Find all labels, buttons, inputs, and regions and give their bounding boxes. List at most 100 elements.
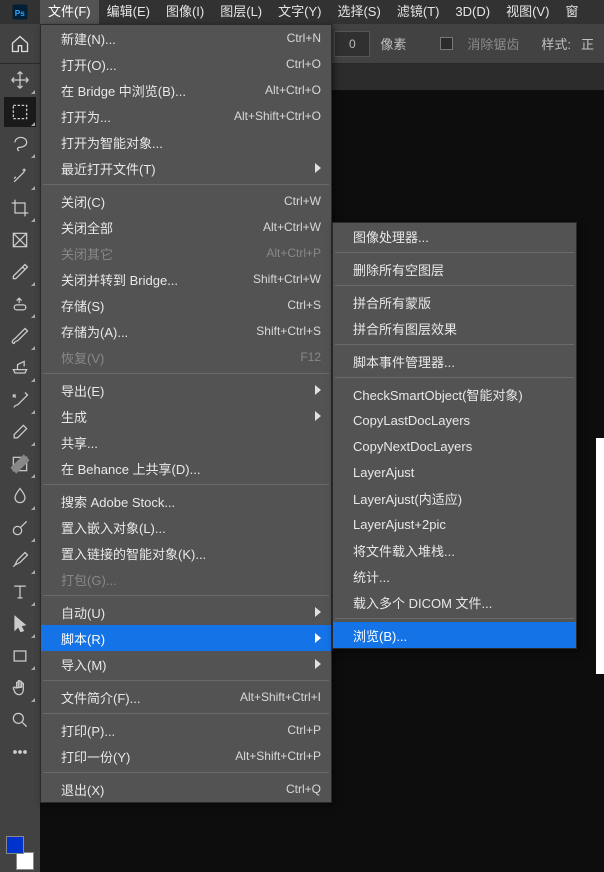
menu-item-label: 图像处理器... [353,227,566,246]
menu-select[interactable]: 选择(S) [329,0,388,24]
file-menu-item-4[interactable]: 打开为智能对象... [41,129,331,155]
file-menu-item-5[interactable]: 最近打开文件(T) [41,155,331,181]
feather-value[interactable]: 0 [334,31,370,57]
menu-layer[interactable]: 图层(L) [212,0,270,24]
file-menu-item-18[interactable]: 在 Behance 上共享(D)... [41,455,331,481]
style-value[interactable]: 正 [581,34,594,53]
home-icon[interactable] [0,24,40,64]
tool-eraser[interactable] [4,417,36,447]
menu-item-label: 置入链接的智能对象(K)... [61,544,321,563]
script-menu-item-15[interactable]: 将文件载入堆栈... [333,537,576,563]
tool-spot-heal[interactable] [4,289,36,319]
tool-path-select[interactable] [4,609,36,639]
script-menu-item-12[interactable]: LayerAjust [333,459,576,485]
script-menu-item-2[interactable]: 删除所有空图层 [333,256,576,282]
menu-3d[interactable]: 3D(D) [447,0,498,24]
file-menu-item-31[interactable]: 打印(P)...Ctrl+P [41,717,331,743]
tool-pen[interactable] [4,545,36,575]
file-menu-item-32[interactable]: 打印一份(Y)Alt+Shift+Ctrl+P [41,743,331,769]
menu-item-label: 脚本事件管理器... [353,352,566,371]
file-menu-item-34[interactable]: 退出(X) Ctrl+Q [41,776,331,802]
menu-item-label: 浏览(B)... [353,626,566,645]
tool-brush[interactable] [4,321,36,351]
tool-dodge[interactable] [4,513,36,543]
tool-move[interactable] [4,65,36,95]
menu-edit[interactable]: 编辑(E) [99,0,158,24]
tool-lasso[interactable] [4,129,36,159]
tool-gradient[interactable] [4,449,36,479]
file-menu-item-26[interactable]: 脚本(R) [41,625,331,651]
script-menu-item-16[interactable]: 统计... [333,563,576,589]
file-menu-item-27[interactable]: 导入(M) [41,651,331,677]
script-menu-item-10[interactable]: CopyLastDocLayers [333,407,576,433]
tool-blur[interactable] [4,481,36,511]
script-menu-item-5[interactable]: 拼合所有图层效果 [333,315,576,341]
tool-eyedropper[interactable] [4,257,36,287]
tool-edit-toolbar[interactable] [4,737,36,767]
file-menu-item-17[interactable]: 共享... [41,429,331,455]
menu-separator [43,595,329,596]
menu-item-label: LayerAjust [353,465,566,480]
file-menu-item-10[interactable]: 关闭并转到 Bridge...Shift+Ctrl+W [41,266,331,292]
photoshop-app-icon[interactable]: Ps [0,0,40,24]
menu-item-shortcut: Alt+Shift+Ctrl+O [234,109,321,123]
file-menu-item-7[interactable]: 关闭(C)Ctrl+W [41,188,331,214]
file-menu-dropdown: 新建(N)...Ctrl+N打开(O)...Ctrl+O在 Bridge 中浏览… [40,24,332,803]
file-menu-item-20[interactable]: 搜索 Adobe Stock... [41,488,331,514]
menu-window[interactable]: 窗 [557,0,586,24]
script-menu-item-13[interactable]: LayerAjust(内适应) [333,485,576,511]
menu-item-shortcut: Ctrl+P [287,723,321,737]
menu-item-label: 置入嵌入对象(L)... [61,518,321,537]
menu-type[interactable]: 文字(Y) [270,0,329,24]
color-swatches[interactable] [4,834,36,872]
tool-zoom[interactable] [4,705,36,735]
foreground-color[interactable] [6,836,24,854]
file-menu-item-22[interactable]: 置入链接的智能对象(K)... [41,540,331,566]
menu-item-label: 退出(X) [61,780,278,799]
script-menu-item-7[interactable]: 脚本事件管理器... [333,348,576,374]
file-menu-item-8[interactable]: 关闭全部Alt+Ctrl+W [41,214,331,240]
tool-history-brush[interactable] [4,385,36,415]
file-menu-item-3[interactable]: 打开为...Alt+Shift+Ctrl+O [41,103,331,129]
script-menu-item-9[interactable]: CheckSmartObject(智能对象) [333,381,576,407]
menu-view[interactable]: 视图(V) [498,0,557,24]
tool-hand[interactable] [4,673,36,703]
menu-item-label: 统计... [353,567,566,586]
background-color[interactable] [16,852,34,870]
menu-item-label: 拼合所有图层效果 [353,319,566,338]
menu-item-label: CopyNextDocLayers [353,439,566,454]
menu-filter[interactable]: 滤镜(T) [389,0,448,24]
tool-rectangle[interactable] [4,641,36,671]
menu-item-label: 新建(N)... [61,29,279,48]
tool-type[interactable] [4,577,36,607]
antialias-checkbox[interactable] [440,37,453,50]
file-menu-item-11[interactable]: 存储(S)Ctrl+S [41,292,331,318]
menu-item-label: 共享... [61,433,321,452]
document-edge [596,438,604,674]
file-menu-item-15[interactable]: 导出(E) [41,377,331,403]
tool-magic-wand[interactable] [4,161,36,191]
file-menu-item-0[interactable]: 新建(N)...Ctrl+N [41,25,331,51]
file-menu-item-1[interactable]: 打开(O)...Ctrl+O [41,51,331,77]
file-menu-item-25[interactable]: 自动(U) [41,599,331,625]
menu-file[interactable]: 文件(F) [40,0,99,24]
script-menu-item-11[interactable]: CopyNextDocLayers [333,433,576,459]
script-menu-item-0[interactable]: 图像处理器... [333,223,576,249]
script-menu-item-17[interactable]: 载入多个 DICOM 文件... [333,589,576,615]
file-menu-item-2[interactable]: 在 Bridge 中浏览(B)...Alt+Ctrl+O [41,77,331,103]
file-menu-item-13: 恢复(V)F12 [41,344,331,370]
script-menu-item-14[interactable]: LayerAjust+2pic [333,511,576,537]
file-menu-item-16[interactable]: 生成 [41,403,331,429]
tool-marquee[interactable] [4,97,36,127]
tool-crop[interactable] [4,193,36,223]
script-menu-item-19[interactable]: 浏览(B)... [333,622,576,648]
menu-item-shortcut: Ctrl+Q [286,782,321,796]
menu-image[interactable]: 图像(I) [158,0,212,24]
tool-clone-stamp[interactable] [4,353,36,383]
file-menu-item-29[interactable]: 文件简介(F)...Alt+Shift+Ctrl+I [41,684,331,710]
menu-separator [43,772,329,773]
tool-frame[interactable] [4,225,36,255]
file-menu-item-12[interactable]: 存储为(A)...Shift+Ctrl+S [41,318,331,344]
script-menu-item-4[interactable]: 拼合所有蒙版 [333,289,576,315]
file-menu-item-21[interactable]: 置入嵌入对象(L)... [41,514,331,540]
